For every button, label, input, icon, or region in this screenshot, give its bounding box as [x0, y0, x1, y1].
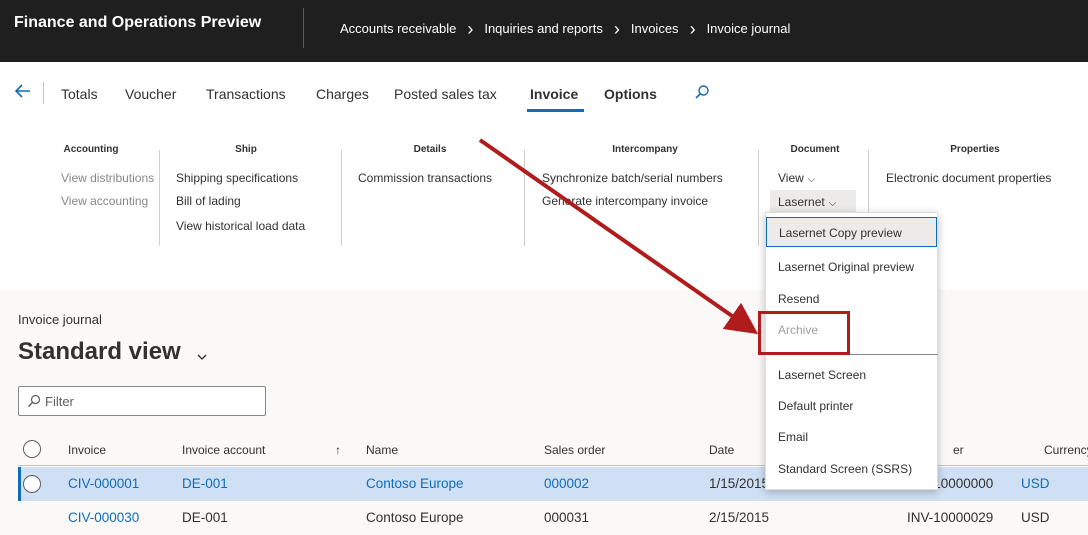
- column-header-sales-order[interactable]: Sales order: [544, 443, 605, 457]
- chevron-right-icon: ›: [613, 18, 620, 39]
- tab-totals[interactable]: Totals: [61, 86, 98, 102]
- breadcrumb: Accounts receivable › Inquiries and repo…: [340, 18, 791, 39]
- commission-transactions-button[interactable]: Commission transactions: [358, 171, 492, 185]
- select-all-radio[interactable]: [23, 440, 41, 458]
- chevron-down-icon[interactable]: [195, 350, 209, 364]
- customer-name: Contoso Europe: [366, 510, 464, 525]
- invoice-account: DE-001: [182, 510, 228, 525]
- group-divider: [159, 150, 160, 246]
- view-dropdown-button[interactable]: View ⌵: [778, 171, 815, 185]
- generate-intercompany-invoice-button[interactable]: Generate intercompany invoice: [542, 194, 708, 208]
- menu-item-standard-screen-ssrs[interactable]: Standard Screen (SSRS): [766, 454, 937, 484]
- menu-item-email[interactable]: Email: [766, 422, 937, 452]
- tab-invoice[interactable]: Invoice: [530, 86, 578, 102]
- view-dropdown-label: View: [778, 171, 804, 185]
- view-selector[interactable]: Standard view: [18, 338, 181, 366]
- row-select-radio[interactable]: [23, 475, 41, 493]
- breadcrumb-inquiries-and-reports[interactable]: Inquiries and reports: [484, 21, 603, 36]
- chevron-right-icon: ›: [467, 18, 474, 39]
- tab-voucher[interactable]: Voucher: [125, 86, 176, 102]
- column-header-name[interactable]: Name: [366, 443, 398, 457]
- column-header-date[interactable]: Date: [709, 443, 734, 457]
- topbar-divider: [303, 8, 304, 48]
- group-divider: [341, 150, 342, 246]
- currency-link[interactable]: USD: [1021, 476, 1050, 491]
- section-caption: Invoice journal: [18, 312, 102, 327]
- menu-item-lasernet-copy-preview[interactable]: Lasernet Copy preview: [766, 217, 937, 247]
- breadcrumb-invoices[interactable]: Invoices: [631, 21, 679, 36]
- top-navigation-bar: Finance and Operations Preview Accounts …: [0, 0, 1088, 62]
- chevron-down-icon: ⌵: [828, 198, 837, 209]
- currency: USD: [1021, 510, 1050, 525]
- search-icon: [28, 394, 41, 407]
- synchronize-batch-serial-button[interactable]: Synchronize batch/serial numbers: [542, 171, 723, 185]
- tab-posted-sales-tax[interactable]: Posted sales tax: [394, 86, 497, 102]
- menu-item-default-printer[interactable]: Default printer: [766, 391, 937, 421]
- action-pane-tabs: Totals Voucher Transactions Charges Post…: [0, 78, 1088, 122]
- view-distributions-button[interactable]: View distributions: [61, 171, 154, 185]
- invoice-link[interactable]: CIV-000030: [68, 510, 139, 525]
- invoice-link[interactable]: CIV-000001: [68, 476, 139, 491]
- invoice-account-link[interactable]: DE-001: [182, 476, 228, 491]
- menu-item-lasernet-screen[interactable]: Lasernet Screen: [766, 360, 937, 390]
- group-title-accounting: Accounting: [63, 144, 119, 155]
- tab-charges[interactable]: Charges: [316, 86, 369, 102]
- app-title[interactable]: Finance and Operations Preview: [14, 14, 261, 32]
- invoice-voucher: INV-10000029: [907, 510, 994, 525]
- breadcrumb-invoice-journal[interactable]: Invoice journal: [707, 21, 791, 36]
- column-header-currency[interactable]: Currency: [1044, 443, 1088, 457]
- chevron-down-icon: ⌵: [807, 174, 816, 185]
- chevron-right-icon: ›: [689, 18, 696, 39]
- group-title-details: Details: [413, 144, 447, 155]
- group-divider: [524, 150, 525, 246]
- group-title-properties: Properties: [950, 144, 1000, 155]
- group-title-intercompany: Intercompany: [612, 144, 678, 155]
- tab-options[interactable]: Options: [604, 86, 657, 102]
- column-header-invoice[interactable]: Invoice: [68, 443, 106, 457]
- invoice-date: 2/15/2015: [709, 510, 770, 525]
- sort-ascending-icon: ↑: [335, 443, 341, 457]
- breadcrumb-accounts-receivable[interactable]: Accounts receivable: [340, 21, 456, 36]
- annotation-highlight-box: [758, 311, 850, 355]
- sales-order: 000031: [544, 510, 590, 525]
- shipping-specifications-button[interactable]: Shipping specifications: [176, 171, 298, 185]
- active-tab-indicator: [527, 109, 584, 112]
- column-header-invoice-voucher[interactable]: er: [953, 443, 964, 457]
- view-historical-load-data-button[interactable]: View historical load data: [176, 219, 305, 233]
- table-row[interactable]: CIV-000030 DE-001 Contoso Europe 000031 …: [18, 501, 1088, 535]
- back-arrow-icon[interactable]: [14, 82, 32, 100]
- customer-name-link[interactable]: Contoso Europe: [366, 476, 464, 491]
- tab-transactions[interactable]: Transactions: [206, 86, 286, 102]
- electronic-document-properties-button[interactable]: Electronic document properties: [886, 171, 1051, 185]
- filter-field[interactable]: [18, 386, 266, 416]
- group-title-ship: Ship: [235, 144, 257, 155]
- menu-item-resend[interactable]: Resend: [766, 284, 937, 314]
- group-divider: [758, 150, 759, 246]
- invoice-date: 1/15/2015: [709, 476, 770, 491]
- column-header-invoice-account[interactable]: Invoice account: [182, 443, 265, 457]
- group-title-document: Document: [790, 144, 840, 155]
- menu-item-lasernet-original-preview[interactable]: Lasernet Original preview: [766, 252, 937, 282]
- tab-divider: [43, 82, 44, 104]
- lasernet-dropdown-label: Lasernet: [778, 195, 825, 209]
- filter-input[interactable]: [45, 391, 255, 411]
- sales-order-link[interactable]: 000002: [544, 476, 589, 491]
- search-icon[interactable]: [694, 84, 710, 100]
- view-accounting-button[interactable]: View accounting: [61, 194, 148, 208]
- lasernet-dropdown-label-wrap: Lasernet ⌵: [778, 195, 836, 209]
- bill-of-lading-button[interactable]: Bill of lading: [176, 194, 241, 208]
